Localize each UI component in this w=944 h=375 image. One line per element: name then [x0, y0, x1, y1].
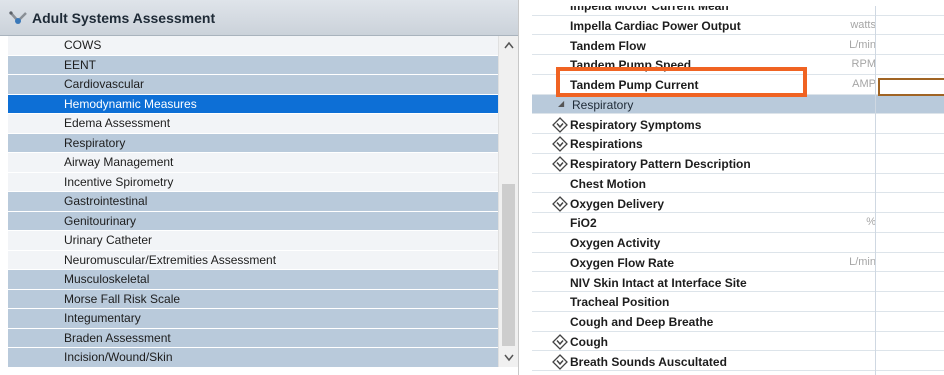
- row-label: Breath Sounds Auscultated: [570, 354, 727, 369]
- expand-diamond-icon[interactable]: [552, 156, 568, 172]
- flowsheet-row[interactable]: Impella Cardiac Power Output watts: [532, 16, 944, 36]
- row-label: Respiratory: [572, 97, 634, 112]
- flowsheet-row[interactable]: Oxygen Delivery: [532, 194, 944, 214]
- section-header-row[interactable]: ◢ Respiratory: [532, 94, 944, 115]
- section-item[interactable]: Cardiovascular: [8, 75, 498, 95]
- section-item[interactable]: Incision/Wound/Skin: [8, 348, 498, 368]
- row-unit: watts: [850, 18, 876, 31]
- flowsheet-row[interactable]: Cough and Deep Breathe: [532, 312, 944, 332]
- row-label: Cough: [570, 334, 608, 349]
- row-label: NIV Skin Intact at Interface Site: [570, 275, 747, 290]
- flowsheet-row[interactable]: Respirations: [532, 134, 944, 154]
- flowsheet-row[interactable]: Oxygen Flow Rate L/min: [532, 253, 944, 273]
- expand-diamond-icon[interactable]: [552, 136, 568, 153]
- scroll-down-button[interactable]: [499, 349, 519, 367]
- row-label: Chest Motion: [570, 176, 646, 191]
- grid-column-divider: [875, 0, 876, 375]
- section-item[interactable]: Hemodynamic Measures: [8, 94, 498, 114]
- row-label: Respiratory Symptoms: [570, 117, 702, 132]
- section-item[interactable]: Gastrointestinal: [8, 192, 498, 212]
- section-item[interactable]: Respiratory: [8, 133, 498, 153]
- section-item[interactable]: Neuromuscular/Extremities Assessment: [8, 250, 498, 270]
- row-label: Respirations: [570, 137, 643, 152]
- assessment-section-list: COWS EENT Cardiovascular Hemodynamic Measur…: [8, 36, 498, 368]
- chevron-up-icon: [504, 41, 514, 49]
- row-label: Oxygen Delivery: [570, 196, 665, 211]
- flowsheet-row[interactable]: Breath Sounds Auscultated: [532, 352, 944, 372]
- stethoscope-icon: [9, 11, 27, 24]
- tandem-pump-current-input[interactable]: [878, 78, 944, 96]
- row-unit: RPM: [851, 58, 876, 71]
- scroll-thumb[interactable]: [502, 184, 515, 346]
- flowsheet-row[interactable]: Respiratory Pattern Description: [532, 154, 944, 174]
- row-label: Oxygen Flow Rate: [570, 255, 675, 270]
- section-item[interactable]: Edema Assessment: [8, 114, 498, 134]
- row-label: Tracheal Position: [570, 295, 670, 310]
- flowsheet-row[interactable]: Chest Motion: [532, 174, 944, 194]
- flowsheet-row[interactable]: Tracheal Position: [532, 292, 944, 312]
- row-unit: AMP: [852, 78, 876, 90]
- flowsheet-row[interactable]: Oxygen Activity: [532, 233, 944, 253]
- flowsheet-row[interactable]: FiO2%: [532, 213, 944, 233]
- section-item[interactable]: COWS: [8, 36, 498, 56]
- panel-splitter[interactable]: [518, 0, 532, 375]
- section-item[interactable]: Braden Assessment: [8, 328, 498, 348]
- row-label: Cough and Deep Breathe: [570, 315, 714, 329]
- scroll-up-button[interactable]: [499, 36, 519, 54]
- section-item[interactable]: Integumentary: [8, 309, 498, 329]
- vertical-scrollbar[interactable]: [498, 36, 518, 367]
- highlight-box: [556, 67, 807, 97]
- expand-diamond-icon[interactable]: [552, 195, 568, 212]
- row-unit: L/min: [849, 38, 876, 51]
- section-item[interactable]: Incentive Spirometry: [8, 172, 498, 192]
- row-label: Oxygen Activity: [570, 236, 661, 250]
- section-item[interactable]: EENT: [8, 55, 498, 75]
- row-label: Impella Cardiac Power Output: [570, 18, 741, 33]
- section-item[interactable]: Genitourinary: [8, 211, 498, 231]
- expand-diamond-icon[interactable]: [552, 116, 568, 133]
- row-label: FiO2: [570, 216, 597, 231]
- collapse-triangle-icon[interactable]: ◢: [558, 99, 564, 108]
- section-item[interactable]: Musculoskeletal: [8, 270, 498, 290]
- expand-diamond-icon[interactable]: [552, 333, 568, 350]
- expand-diamond-icon[interactable]: [552, 353, 568, 370]
- flowsheet-row[interactable]: NIV Skin Intact at Interface Site: [532, 273, 944, 293]
- chevron-down-icon: [504, 354, 514, 362]
- flowsheet-row[interactable]: Respiratory Symptoms: [532, 115, 944, 135]
- flowsheet-grid: Impella Motor Current Mean Impella Cardia…: [532, 0, 944, 375]
- row-label: Respiratory Pattern Description: [570, 157, 751, 171]
- systems-assessment-panel: Adult Systems Assessment COWS EENT Cardiov…: [0, 0, 518, 375]
- row-unit: L/min: [849, 255, 876, 268]
- section-item[interactable]: Urinary Catheter: [8, 231, 498, 251]
- clip-edge: [532, 0, 944, 6]
- panel-header: Adult Systems Assessment: [0, 0, 518, 36]
- panel-title: Adult Systems Assessment: [32, 10, 216, 26]
- flowsheet-row[interactable]: Cough: [532, 332, 944, 352]
- section-item[interactable]: Morse Fall Risk Scale: [8, 289, 498, 309]
- section-item[interactable]: Airway Management: [8, 153, 498, 173]
- flowsheet-row[interactable]: Tandem Flow L/min: [532, 36, 944, 56]
- row-label: Tandem Flow: [570, 38, 646, 53]
